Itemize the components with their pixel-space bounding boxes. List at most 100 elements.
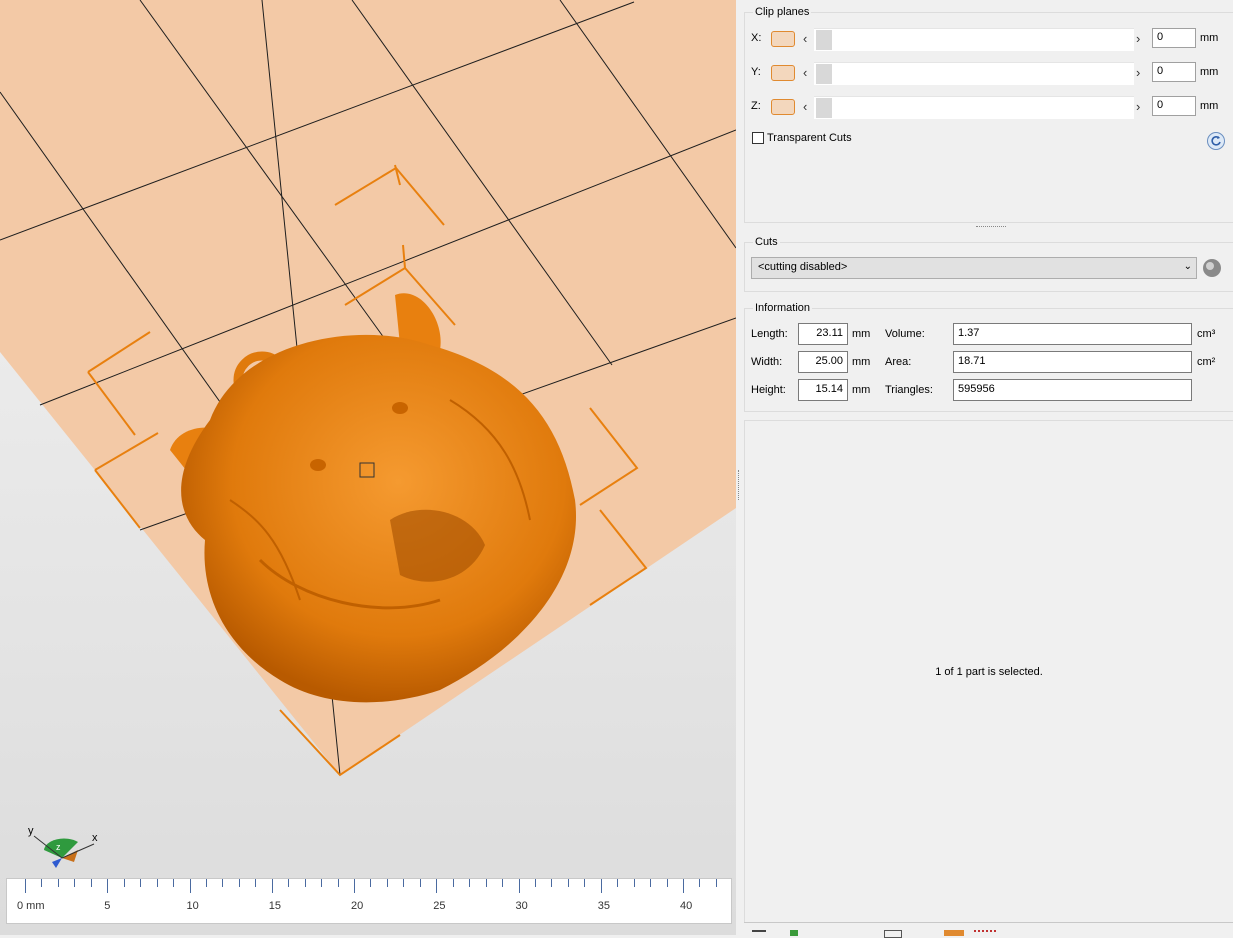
- 3d-viewport[interactable]: y x z 0 mm 5 10 15 20 25 30 35 40: [0, 0, 736, 935]
- ruler-tick: [699, 879, 701, 887]
- ruler-tick: [715, 879, 717, 887]
- clip-y-unit: mm: [1200, 66, 1219, 78]
- clip-planes-title: Clip planes: [753, 6, 812, 18]
- clip-z-slider[interactable]: [814, 96, 1134, 119]
- selection-status-text: 1 of 1 part is selected.: [935, 666, 1043, 678]
- ruler-label: 5: [104, 900, 111, 912]
- ruler-tick: [255, 879, 257, 887]
- volume-unit: cm³: [1197, 328, 1216, 340]
- clip-y-right-arrow[interactable]: ›: [1136, 66, 1140, 80]
- ruler-tick: [90, 879, 92, 887]
- axis-y-label: y: [28, 825, 34, 837]
- ruler-label: 40: [680, 900, 693, 912]
- clip-y-value-input[interactable]: 0: [1152, 62, 1196, 82]
- toolbar-tool-icon[interactable]: [752, 930, 766, 938]
- clip-z-value-input[interactable]: 0: [1152, 96, 1196, 116]
- ruler-tick: [419, 879, 421, 887]
- clip-x-slider[interactable]: [814, 28, 1134, 51]
- ruler-tick: [452, 879, 454, 887]
- ruler-tick: [189, 879, 191, 893]
- width-unit: mm: [852, 356, 871, 368]
- ruler-tick: [534, 879, 536, 887]
- axis-orientation-gizmo: y x z: [26, 820, 106, 870]
- length-unit: mm: [852, 328, 871, 340]
- clip-planes-panel: Clip planes X: ‹ › 0 mm Y: ‹ › 0 mm Z: ‹…: [744, 0, 1233, 225]
- triangles-value: 595956: [953, 379, 1192, 401]
- transparent-cuts-checkbox[interactable]: [752, 132, 764, 144]
- ruler-tick: [107, 879, 109, 893]
- transparent-cuts-label: Transparent Cuts: [767, 132, 852, 144]
- toolbar-green-icon[interactable]: [790, 930, 798, 936]
- clip-z-color-button[interactable]: [771, 99, 795, 115]
- volume-label: Volume:: [885, 328, 925, 340]
- ruler-tick: [25, 879, 26, 893]
- ruler-tick: [600, 879, 602, 893]
- clip-y-color-button[interactable]: [771, 65, 795, 81]
- ruler-tick: [502, 879, 504, 887]
- height-label: Height:: [751, 384, 786, 396]
- clip-x-color-button[interactable]: [771, 31, 795, 47]
- clip-y-slider-thumb[interactable]: [816, 64, 832, 84]
- clip-y-label: Y:: [751, 66, 761, 78]
- clip-z-left-arrow[interactable]: ‹: [803, 100, 807, 114]
- ruler-tick: [288, 879, 290, 887]
- ruler-tick: [354, 879, 355, 893]
- ruler-tick: [74, 879, 76, 887]
- ruler-tick: [57, 879, 59, 887]
- volume-value: 1.37: [953, 323, 1192, 345]
- triangles-label: Triangles:: [885, 384, 933, 396]
- chevron-down-icon: ⌄: [1183, 261, 1192, 272]
- toolbar-window-icon[interactable]: [884, 930, 902, 938]
- ruler-tick: [173, 879, 175, 887]
- ruler-tick: [666, 879, 668, 887]
- ruler-tick: [633, 879, 635, 887]
- cuts-select[interactable]: <cutting disabled> ⌄: [751, 257, 1197, 279]
- reset-clip-planes-icon[interactable]: [1207, 132, 1225, 150]
- horizontal-splitter[interactable]: [744, 224, 1233, 230]
- clip-x-label: X:: [751, 32, 762, 44]
- width-value: 25.00: [798, 351, 848, 373]
- ruler-label: 10: [186, 900, 199, 912]
- ruler-tick: [123, 879, 125, 887]
- ruler-tick: [140, 879, 142, 887]
- clip-y-slider[interactable]: [814, 62, 1134, 85]
- ruler-tick: [321, 879, 323, 887]
- clip-x-right-arrow[interactable]: ›: [1136, 32, 1140, 46]
- ruler-tick: [403, 879, 405, 887]
- cuts-selected-value: <cutting disabled>: [758, 261, 848, 273]
- ruler-tick: [222, 879, 224, 887]
- area-unit: cm²: [1197, 356, 1216, 368]
- ruler-label: 20: [351, 900, 364, 912]
- clip-z-right-arrow[interactable]: ›: [1136, 100, 1140, 114]
- measurement-ruler: 0 mm 5 10 15 20 25 30 35 40: [6, 878, 732, 924]
- ruler-tick: [337, 879, 339, 887]
- ruler-tick: [271, 879, 273, 893]
- ruler-label: 25: [433, 900, 446, 912]
- information-title: Information: [753, 302, 813, 314]
- clip-x-slider-thumb[interactable]: [816, 30, 832, 50]
- build-plate-scene: [0, 0, 736, 935]
- clip-x-value-input[interactable]: 0: [1152, 28, 1196, 48]
- cut-knife-icon[interactable]: [1201, 257, 1223, 279]
- ruler-tick: [567, 879, 569, 887]
- parts-status-area: 1 of 1 part is selected.: [744, 420, 1233, 924]
- clip-y-left-arrow[interactable]: ‹: [803, 66, 807, 80]
- toolbar-red-icon[interactable]: [974, 930, 996, 938]
- width-label: Width:: [751, 356, 783, 368]
- cuts-title: Cuts: [753, 236, 780, 248]
- clip-x-left-arrow[interactable]: ‹: [803, 32, 807, 46]
- ruler-tick: [205, 879, 207, 887]
- height-value: 15.14: [798, 379, 848, 401]
- clip-z-label: Z:: [751, 100, 761, 112]
- clip-z-slider-thumb[interactable]: [816, 98, 832, 118]
- ruler-tick: [469, 879, 471, 887]
- toolbar-orange-icon[interactable]: [944, 930, 964, 936]
- ruler-tick: [551, 879, 553, 887]
- ruler-tick: [41, 879, 43, 887]
- vertical-splitter[interactable]: [736, 0, 744, 935]
- clip-x-unit: mm: [1200, 32, 1219, 44]
- ruler-unit-label: 0 mm: [17, 900, 45, 912]
- area-value: 18.71: [953, 351, 1192, 373]
- ruler-tick: [485, 879, 487, 887]
- ruler-tick: [683, 879, 684, 893]
